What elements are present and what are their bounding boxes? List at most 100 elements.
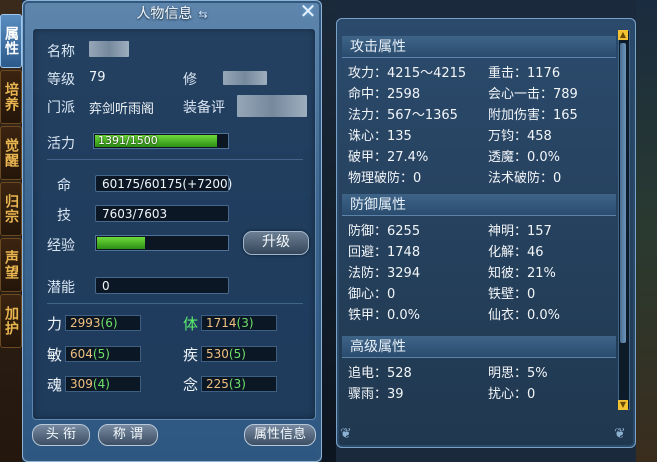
hp-value: 60175/60175(+7200) [95,175,232,192]
attack-row: 万钧：458 [488,129,552,144]
stat-soul-value: 309 [70,377,93,391]
defense-row: 铁壁：0 [488,287,536,302]
equip-score-label: 装备评 [183,100,225,116]
defense-row: 仙衣：0.0% [488,308,561,323]
stat-mind-label: 念 [183,376,199,394]
attribute-info-button[interactable]: 属性信息 [244,424,316,446]
vitality-label: 活力 [47,136,75,152]
appellation-button[interactable]: 称 谓 [98,424,158,446]
corner-ornament-icon: ❦ [340,426,352,442]
exp-bar-fill [97,237,146,249]
window-title-text: 人物信息 [136,6,193,22]
cultivation-label: 修 [183,72,197,88]
attribute-info-panel: 攻击属性 攻力：4215～4215 重击：1176 命中：2598 会心一击：7… [336,18,636,448]
attack-row: 会心一击：789 [488,87,578,102]
stat-speed-label: 疾 [183,346,199,364]
attack-section-header: 攻击属性 [342,36,616,58]
skill-label: 技 [57,208,71,224]
stat-speed-value: 530 [206,347,229,361]
sect-label: 门派 [47,100,75,116]
side-tab-protection[interactable]: 加护 [0,294,22,348]
stat-agility-value: 604 [70,347,93,361]
advanced-row: 明思：5% [488,366,548,381]
advanced-row: 骤雨：39 [348,387,404,402]
attack-row: 攻力：4215～4215 [348,66,467,81]
upgrade-button[interactable]: 升级 [243,231,309,255]
defense-row: 化解：46 [488,245,544,260]
defense-row: 神明：157 [488,224,552,239]
stat-agility-bonus: (5) [92,347,110,361]
exp-label: 经验 [47,238,75,254]
scroll-up-arrow-icon[interactable]: ▲ [618,30,628,40]
stat-physique-box: 1714(3) [201,315,277,331]
stat-speed-box: 530(5) [201,346,277,362]
stat-strength-label: 力 [47,315,63,333]
defense-row: 防御：6255 [348,224,421,239]
attack-row: 破甲：27.4% [348,150,429,165]
attribute-scrollbar[interactable]: ▲ ▼ [618,30,630,410]
attack-row: 透魔：0.0% [488,150,561,165]
stat-agility-label: 敏 [47,346,63,364]
sort-arrows-icon[interactable]: ⇆ [198,8,207,21]
side-tab-bar: 属性 培养 觉醒 归宗 声望 加护 [0,14,22,350]
attack-row: 命中：2598 [348,87,421,102]
stat-physique-bonus: (3) [236,316,254,330]
stat-mind-value: 225 [206,377,229,391]
level-value: 79 [89,70,106,85]
side-tab-attributes[interactable]: 属性 [0,14,22,68]
stat-mind-box: 225(3) [201,376,277,392]
name-redacted [89,41,129,57]
advanced-row: 追电：528 [348,366,412,381]
vitality-bar: 1391/1500 [93,133,229,149]
right-background-edge [636,0,657,462]
attribute-list: 攻击属性 攻力：4215～4215 重击：1176 命中：2598 会心一击：7… [342,28,616,404]
defense-row: 回避：1748 [348,245,421,260]
advanced-section-header: 高级属性 [342,336,616,358]
cultivation-redacted [223,71,267,85]
potential-label: 潜能 [47,280,75,296]
window-title: 人物信息 ⇆ [22,3,322,23]
divider [47,159,303,160]
potential-value: 0 [95,277,229,294]
stat-speed-bonus: (5) [228,347,246,361]
side-tab-training[interactable]: 培养 [0,70,22,124]
side-tab-reputation[interactable]: 声望 [0,238,22,292]
close-icon[interactable]: ✕ [298,1,318,22]
stat-strength-value: 2993 [70,316,101,330]
stat-soul-label: 魂 [47,376,63,394]
vitality-bar-text: 1391/1500 [98,134,158,147]
side-tab-return[interactable]: 归宗 [0,182,22,236]
skill-value: 7603/7603 [95,205,229,222]
attack-row: 法术破防：0 [488,171,562,186]
stat-soul-bonus: (4) [92,377,110,391]
exp-bar [95,235,229,251]
attack-row: 法力：567～1365 [348,108,458,123]
level-label: 等级 [47,72,75,88]
attack-row: 诛心：135 [348,129,412,144]
name-label: 名称 [47,44,75,60]
middle-background-gap [322,0,336,462]
stat-physique-label: 体 [183,315,199,333]
stat-physique-value: 1714 [206,316,237,330]
attack-row: 物理破防：0 [348,171,422,186]
stat-mind-bonus: (3) [228,377,246,391]
attack-row: 重击：1176 [488,66,561,81]
equip-score-redacted [237,95,307,117]
side-tab-awaken[interactable]: 觉醒 [0,126,22,180]
defense-row: 御心：0 [348,287,396,302]
character-info-window: 人物信息 ⇆ ✕ 名称 等级 79 修 门派 弈剑听雨阁 装备评 活力 1391/… [22,0,322,462]
stat-agility-box: 604(5) [65,346,141,362]
title-button[interactable]: 头 衔 [32,424,90,446]
scroll-thumb[interactable] [620,43,626,343]
scroll-down-arrow-icon[interactable]: ▼ [618,400,628,410]
hp-label: 命 [57,178,71,194]
title-bar[interactable]: 人物信息 ⇆ ✕ [22,0,322,24]
stat-soul-box: 309(4) [65,376,141,392]
corner-ornament-icon: ❦ [614,426,626,442]
sect-value: 弈剑听雨阁 [89,102,155,117]
stat-strength-box: 2993(6) [65,315,141,331]
defense-row: 法防：3294 [348,266,421,281]
attack-row: 附加伤害：165 [488,108,578,123]
stat-strength-bonus: (6) [100,316,118,330]
defense-row: 铁甲：0.0% [348,308,421,323]
